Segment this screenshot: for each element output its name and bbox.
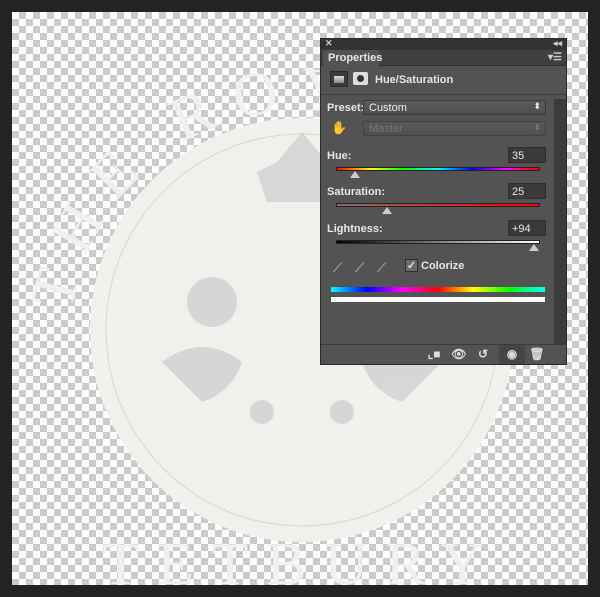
color-range-bar-bottom [331, 297, 545, 302]
saturation-label: Saturation: [327, 186, 386, 198]
panel-menu-icon[interactable]: ▾☰ [548, 52, 562, 63]
preset-value: Custom [369, 102, 407, 114]
visibility-icon[interactable]: ◉ [499, 345, 525, 364]
collapse-icon[interactable]: ◂◂ [553, 38, 562, 49]
close-icon[interactable]: ✕ [325, 38, 333, 49]
trash-icon[interactable]: 🗑 [527, 347, 547, 362]
reset-icon[interactable]: ↺ [473, 347, 493, 362]
lightness-slider-thumb[interactable] [529, 244, 539, 251]
colorize-label: Colorize [421, 260, 465, 272]
lightness-label: Lightness: [327, 223, 383, 235]
colorize-checkbox[interactable]: ✓ [405, 259, 418, 272]
saturation-input[interactable]: 25 [508, 183, 546, 199]
view-previous-state-icon[interactable]: 👁 [449, 347, 469, 362]
scrollbar[interactable] [554, 99, 566, 344]
lightness-slider[interactable] [336, 240, 540, 244]
panel-titlebar[interactable]: ✕ ◂◂ [321, 38, 566, 50]
panel-footer: ⌞■ 👁 ↺ ◉ 🗑 [321, 344, 566, 364]
logo-bottom-text: TETBURY [102, 531, 501, 585]
tab-properties[interactable]: Properties [323, 50, 382, 67]
eyedropper-icon[interactable]: ⟋ [333, 260, 342, 276]
chevron-updown-icon: ⬍ [533, 122, 541, 132]
preset-select[interactable]: Custom ⬍ [363, 100, 546, 115]
preset-label: Preset: [327, 102, 365, 114]
adjustment-title: Hue/Saturation [375, 74, 454, 86]
hue-slider-thumb[interactable] [350, 171, 360, 178]
hue-label: Hue: [327, 150, 352, 162]
properties-panel: ✕ ◂◂ Properties ▾☰ Hue/Saturation Preset… [320, 38, 567, 365]
chevron-updown-icon: ⬍ [533, 101, 541, 111]
clip-to-layer-icon[interactable]: ⌞■ [424, 347, 444, 362]
color-range-bar-top [331, 287, 545, 292]
mask-icon[interactable] [353, 72, 368, 85]
saturation-slider-thumb[interactable] [382, 207, 392, 214]
targeted-adjustment-hand-icon[interactable]: ✋ [331, 120, 347, 136]
adjustment-layer-icon[interactable] [330, 71, 348, 87]
eyedropper-minus-icon[interactable]: ⟋ [377, 260, 386, 276]
hue-slider[interactable] [336, 167, 540, 171]
saturation-slider[interactable] [336, 203, 540, 207]
lightness-input[interactable]: +94 [508, 220, 546, 236]
hue-input[interactable]: 35 [508, 147, 546, 163]
channel-value: Master [369, 123, 403, 135]
channel-select[interactable]: Master ⬍ [363, 121, 546, 136]
eyedropper-plus-icon[interactable]: ⟋ [355, 260, 364, 276]
